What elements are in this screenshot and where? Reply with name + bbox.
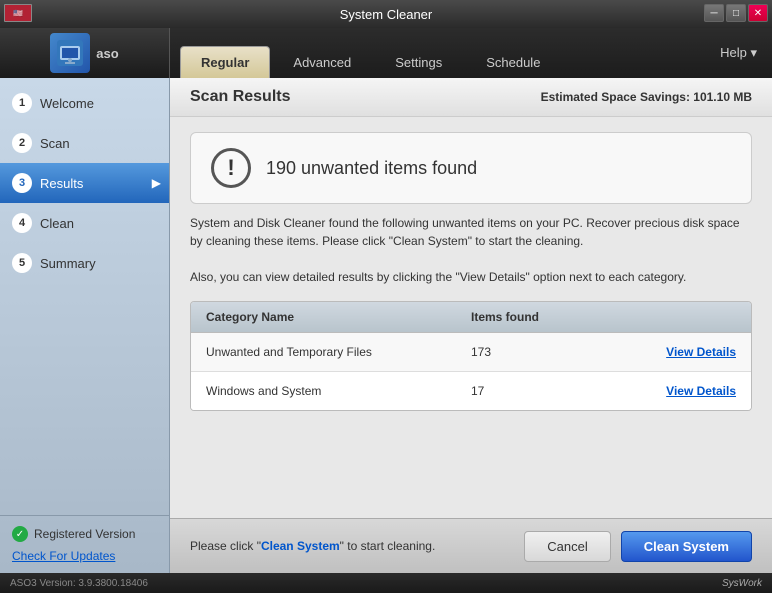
sidebar-label-results: Results [40,176,83,191]
bottom-message: Please click "Clean System" to start cle… [190,539,514,553]
check-updates-link[interactable]: Check For Updates [12,549,115,563]
row1-category: Unwanted and Temporary Files [206,345,471,359]
sidebar-item-clean[interactable]: 4 Clean [0,203,169,243]
sidebar-num-3: 3 [12,173,32,193]
row2-action: View Details [604,384,737,398]
tab-schedule[interactable]: Schedule [465,46,561,78]
col-header-action [604,310,737,324]
alert-message: 190 unwanted items found [266,158,477,179]
bottom-highlight: Clean System [261,539,340,553]
sidebar-item-summary[interactable]: 5 Summary [0,243,169,283]
view-details-link-2[interactable]: View Details [666,384,736,398]
sidebar-footer: ✓ Registered Version Check For Updates [0,515,169,573]
tabs-area: Regular Advanced Settings Schedule [170,28,705,78]
sidebar-item-welcome[interactable]: 1 Welcome [0,83,169,123]
warning-icon: ! [211,148,251,188]
bottom-bar: Please click "Clean System" to start cle… [170,518,772,573]
sidebar-label-scan: Scan [40,136,70,151]
sidebar-num-1: 1 [12,93,32,113]
title-bar: 🇺🇸 System Cleaner ─ □ ✕ [0,0,772,28]
flag-icon: 🇺🇸 [4,4,32,22]
tab-settings[interactable]: Settings [374,46,463,78]
table-row: Windows and System 17 View Details [191,372,751,410]
maximize-button[interactable]: □ [726,4,746,22]
registered-check-icon: ✓ [12,526,28,542]
sidebar-num-5: 5 [12,253,32,273]
results-title: Scan Results [190,88,290,106]
row2-category: Windows and System [206,384,471,398]
brand-label: SysWork [722,578,762,589]
row1-action: View Details [604,345,737,359]
sidebar-label-clean: Clean [40,216,74,231]
sidebar: 1 Welcome 2 Scan 3 Results ▶ 4 Clean 5 S… [0,78,170,573]
logo-text: aso [96,46,118,61]
table-row: Unwanted and Temporary Files 173 View De… [191,333,751,372]
results-table: Category Name Items found Unwanted and T… [190,301,752,411]
description: System and Disk Cleaner found the follow… [170,214,772,296]
cancel-button[interactable]: Cancel [524,531,610,562]
row1-items: 173 [471,345,604,359]
nav-bar: aso Regular Advanced Settings Schedule H… [0,28,772,78]
main-layout: 1 Welcome 2 Scan 3 Results ▶ 4 Clean 5 S… [0,78,772,573]
alert-box: ! 190 unwanted items found [190,132,752,204]
status-bar: ASO3 Version: 3.9.3800.18406 SysWork [0,573,772,593]
results-header: Scan Results Estimated Space Savings: 10… [170,78,772,117]
row2-items: 17 [471,384,604,398]
view-details-link-1[interactable]: View Details [666,345,736,359]
help-menu[interactable]: Help ▾ [705,28,772,78]
space-savings: Estimated Space Savings: 101.10 MB [541,90,752,104]
registered-label: Registered Version [34,527,135,541]
sidebar-spacer [0,283,169,515]
sidebar-item-results[interactable]: 3 Results ▶ [0,163,169,203]
window-title: System Cleaner [340,7,432,22]
sidebar-label-welcome: Welcome [40,96,94,111]
close-button[interactable]: ✕ [748,4,768,22]
logo-area: aso [0,28,170,78]
sidebar-num-2: 2 [12,133,32,153]
col-header-items: Items found [471,310,604,324]
window-controls: ─ □ ✕ [704,4,768,22]
minimize-button[interactable]: ─ [704,4,724,22]
sidebar-label-summary: Summary [40,256,96,271]
col-header-category: Category Name [206,310,471,324]
content-spacer [170,416,772,518]
sidebar-num-4: 4 [12,213,32,233]
tab-regular[interactable]: Regular [180,46,270,78]
table-header: Category Name Items found [191,302,751,333]
tab-advanced[interactable]: Advanced [272,46,372,78]
registered-badge: ✓ Registered Version [12,526,157,542]
logo-icon [50,33,90,73]
description-p1: System and Disk Cleaner found the follow… [190,214,752,250]
sidebar-arrow: ▶ [152,176,161,190]
sidebar-item-scan[interactable]: 2 Scan [0,123,169,163]
description-p2: Also, you can view detailed results by c… [190,268,752,286]
version-label: ASO3 Version: 3.9.3800.18406 [10,578,148,589]
clean-system-button[interactable]: Clean System [621,531,752,562]
content-area: Scan Results Estimated Space Savings: 10… [170,78,772,573]
